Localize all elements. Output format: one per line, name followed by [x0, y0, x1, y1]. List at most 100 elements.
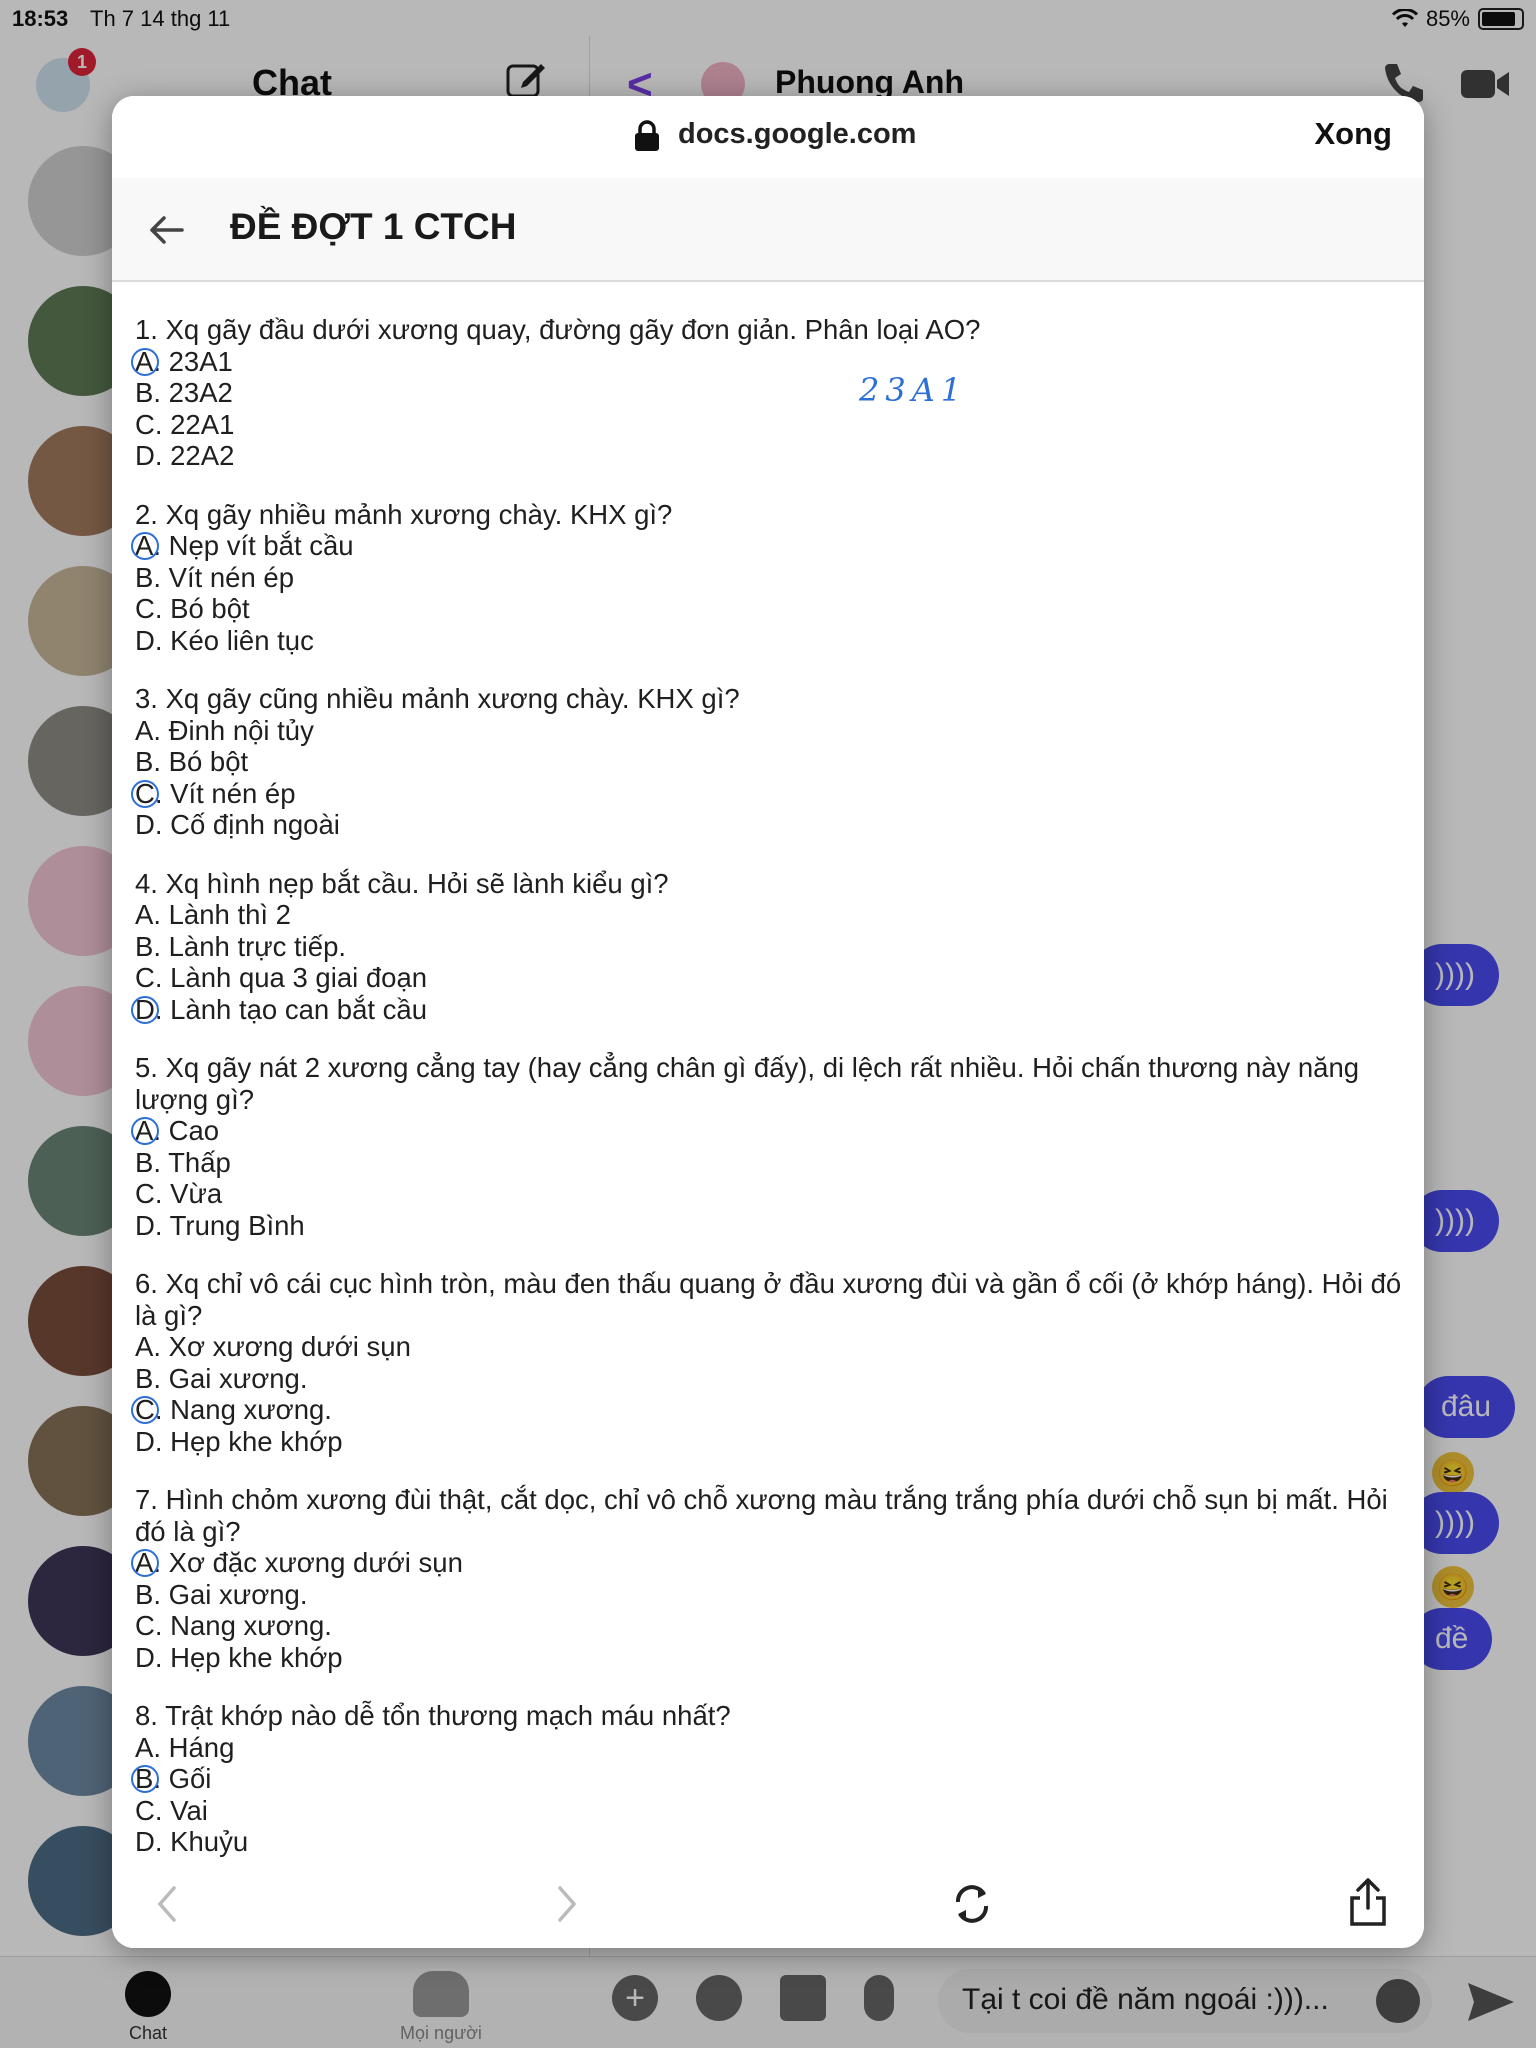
answer-option: C. 22A1	[135, 409, 1405, 441]
answer-option: B. Lành trực tiếp.	[135, 931, 1405, 963]
answer-option-text: C. Bó bột	[135, 593, 250, 624]
pen-circle-mark	[131, 995, 159, 1024]
question-block: 5. Xq gãy nát 2 xương cẳng tay (hay cẳng…	[131, 1052, 1405, 1242]
answer-option-text: A. Xơ xương dưới sụn	[135, 1331, 411, 1362]
answer-option: A. Háng	[135, 1732, 1405, 1764]
question-text: 6. Xq chỉ vô cái cục hình tròn, màu đen …	[135, 1268, 1402, 1331]
answer-option: C. Vai	[135, 1795, 1405, 1827]
pen-circle-mark	[131, 1549, 159, 1577]
answer-option: A. 23A1	[131, 346, 1405, 378]
answer-option: A. Xơ đặc xương dưới sụn	[131, 1547, 1405, 1579]
answer-option: D. 22A2	[135, 440, 1405, 472]
answer-option: A. Lành thì 2	[135, 899, 1405, 931]
answer-option: A. Nẹp vít bắt cầu	[131, 530, 1405, 562]
answer-option: B. Gai xương.	[135, 1363, 1405, 1395]
answer-option: B. Bó bột	[135, 746, 1405, 778]
question-text: 2. Xq gãy nhiều mảnh xương chày. KHX gì?	[135, 498, 673, 530]
pen-circle-mark	[131, 347, 159, 376]
answer-option-text: D. Hẹp khe khớp	[135, 1641, 343, 1673]
pen-circle-mark	[131, 1396, 159, 1424]
answer-option: C. Vừa	[135, 1178, 1405, 1210]
browser-toolbar	[112, 1860, 1424, 1948]
answer-option-text: D. Trung Bình	[135, 1209, 305, 1241]
answer-option-text: B. Lành trực tiếp.	[135, 930, 347, 962]
chevron-left-icon[interactable]	[152, 1882, 182, 1926]
question-block: 8. Trật khớp nào dễ tổn thương mạch máu …	[131, 1700, 1405, 1858]
answer-option-text: B. Vít nén ép	[135, 561, 294, 593]
answer-option: D. Khuỷu	[135, 1826, 1405, 1858]
reload-icon[interactable]	[950, 1882, 994, 1926]
question-block: 7. Hình chỏm xương đùi thật, cắt dọc, ch…	[131, 1484, 1405, 1674]
answer-option: D. Cố định ngoài	[135, 809, 1405, 841]
answer-option-text: D. Cố định ngoài	[135, 809, 340, 840]
answer-option-text: A. Háng	[135, 1731, 235, 1763]
question-block: 3. Xq gãy cũng nhiều mảnh xương chày. KH…	[131, 683, 1405, 841]
answer-option-text: C. Vít nén ép	[135, 777, 296, 809]
answer-option-text: C. Vừa	[135, 1178, 223, 1209]
share-icon[interactable]	[1348, 1876, 1388, 1928]
answer-option-text: D. Lành tạo can bắt cầu	[135, 993, 428, 1025]
answer-option: D. Hẹp khe khớp	[135, 1642, 1405, 1674]
arrow-left-icon[interactable]	[146, 210, 186, 250]
answer-option: B. 23A2	[135, 377, 1405, 409]
answer-option-text: D. Hẹp khe khớp	[135, 1425, 343, 1457]
answer-option: A. Xơ xương dưới sụn	[135, 1331, 1405, 1363]
pen-circle-mark	[131, 1765, 159, 1793]
question-block: 6. Xq chỉ vô cái cục hình tròn, màu đen …	[131, 1268, 1405, 1458]
answer-option-text: B. Thấp	[135, 1146, 231, 1178]
answer-option: C. Bó bột	[135, 593, 1405, 625]
answer-option: D. Kéo liên tục	[135, 625, 1405, 657]
document-content: 1. Xq gãy đầu dưới xương quay, đường gãy…	[131, 314, 1405, 1885]
url-text: docs.google.com	[678, 118, 917, 150]
answer-option: C. Vít nén ép	[131, 777, 1405, 810]
answer-option-text: A. Xơ đặc xương dưới sụn	[135, 1547, 463, 1578]
answer-option: A. Đinh nội tủy	[135, 715, 1405, 747]
answer-option-text: B. Bó bột	[135, 746, 249, 777]
browser-sheet: docs.google.com Xong ĐỀ ĐỢT 1 CTCH 1. Xq…	[112, 96, 1424, 1948]
answer-option-text: D. Khuỷu	[135, 1826, 249, 1857]
answer-option: B. Gai xương.	[135, 1579, 1405, 1611]
answer-option-text: B. 23A2	[135, 377, 233, 408]
answer-option: D. Hẹp khe khớp	[135, 1426, 1405, 1458]
answer-option-text: A. Đinh nội tủy	[135, 714, 314, 746]
question-text: 3. Xq gãy cũng nhiều mảnh xương chày. KH…	[135, 683, 740, 714]
answer-option: C. Nang xương.	[131, 1394, 1405, 1426]
pen-circle-mark	[131, 532, 159, 560]
answer-option-text: C. Lành qua 3 giai đoạn	[135, 962, 428, 993]
answer-option-text: A. Lành thì 2	[135, 899, 291, 930]
question-text: 7. Hình chỏm xương đùi thật, cắt dọc, ch…	[135, 1484, 1388, 1547]
answer-option-text: C. Nang xương.	[135, 1610, 332, 1641]
document-title: ĐỀ ĐỢT 1 CTCH	[230, 206, 517, 247]
answer-option-text: B. Gai xương.	[135, 1578, 308, 1610]
doc-header: ĐỀ ĐỢT 1 CTCH	[112, 178, 1424, 282]
answer-option: C. Nang xương.	[135, 1610, 1405, 1642]
question-text: 4. Xq hình nẹp bắt cầu. Hỏi sẽ lành kiểu…	[135, 867, 669, 899]
answer-option-text: C. 22A1	[135, 408, 235, 440]
handwritten-note: 23A1	[859, 371, 968, 409]
answer-option-text: C. Nang xương.	[135, 1394, 332, 1425]
answer-option-text: D. Kéo liên tục	[135, 624, 314, 656]
url-bar: docs.google.com Xong	[112, 96, 1424, 178]
answer-option: D. Lành tạo can bắt cầu	[131, 993, 1405, 1026]
answer-option: B. Vít nén ép	[135, 562, 1405, 594]
question-block: 4. Xq hình nẹp bắt cầu. Hỏi sẽ lành kiểu…	[131, 867, 1405, 1026]
question-text: 8. Trật khớp nào dễ tổn thương mạch máu …	[135, 1700, 731, 1731]
pen-circle-mark	[131, 1117, 159, 1145]
chevron-right-icon[interactable]	[552, 1882, 582, 1926]
question-text: 1. Xq gãy đầu dưới xương quay, đường gãy…	[135, 314, 981, 345]
answer-option: D. Trung Bình	[135, 1210, 1405, 1242]
answer-option: B. Thấp	[135, 1147, 1405, 1179]
answer-option-text: B. Gai xương.	[135, 1362, 308, 1394]
answer-option-text: D. 22A2	[135, 440, 235, 471]
answer-option-text: C. Vai	[135, 1794, 208, 1826]
answer-option: C. Lành qua 3 giai đoạn	[135, 962, 1405, 994]
question-block: 2. Xq gãy nhiều mảnh xương chày. KHX gì?…	[131, 498, 1405, 657]
pen-circle-mark	[131, 779, 159, 808]
lock-icon	[635, 120, 659, 151]
question-block: 1. Xq gãy đầu dưới xương quay, đường gãy…	[131, 314, 1405, 472]
done-button[interactable]: Xong	[1315, 116, 1393, 152]
question-text: 5. Xq gãy nát 2 xương cẳng tay (hay cẳng…	[135, 1052, 1360, 1115]
answer-option: B. Gối	[131, 1763, 1405, 1795]
answer-option: A. Cao	[131, 1115, 1405, 1147]
answer-option-text: A. Nẹp vít bắt cầu	[135, 530, 354, 561]
